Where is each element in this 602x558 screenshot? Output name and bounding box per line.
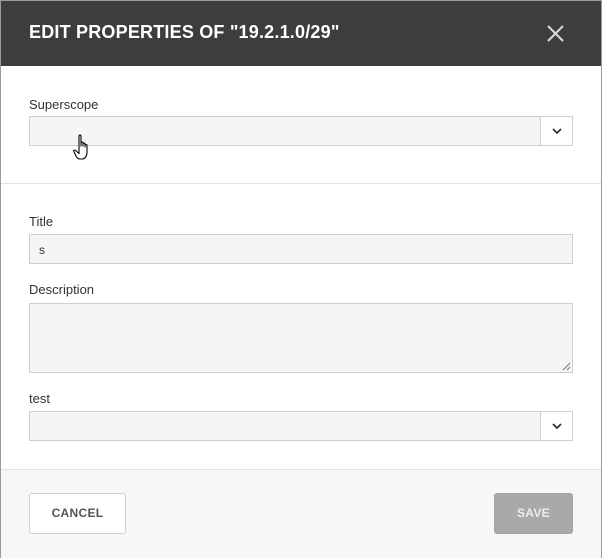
dialog-title: EDIT PROPERTIES OF "19.2.1.0/29" [29,22,340,42]
superscope-select[interactable] [29,116,573,146]
test-label: test [29,391,50,406]
title-label: Title [29,214,54,229]
dialog-header: EDIT PROPERTIES OF "19.2.1.0/29" [1,1,601,66]
dialog-footer: CANCEL SAVE [1,469,601,558]
title-input-value: s [39,243,45,257]
superscope-section: Superscope [1,66,601,184]
superscope-label: Superscope [29,97,99,112]
close-icon [547,25,564,42]
title-input[interactable]: s [29,234,573,264]
description-label: Description [29,282,95,297]
description-textarea[interactable] [29,303,573,373]
resize-grip-icon[interactable] [562,362,571,371]
test-select[interactable] [29,411,573,441]
hand-pointer-cursor-icon [73,134,88,160]
save-button[interactable]: SAVE [494,493,573,534]
chevron-down-icon [552,423,562,430]
cancel-button[interactable]: CANCEL [29,493,126,534]
chevron-down-icon [552,128,562,135]
test-dropdown-button[interactable] [540,412,572,440]
edit-properties-dialog: EDIT PROPERTIES OF "19.2.1.0/29" Supersc… [0,0,602,558]
close-button[interactable] [542,20,568,46]
superscope-dropdown-button[interactable] [540,117,572,145]
